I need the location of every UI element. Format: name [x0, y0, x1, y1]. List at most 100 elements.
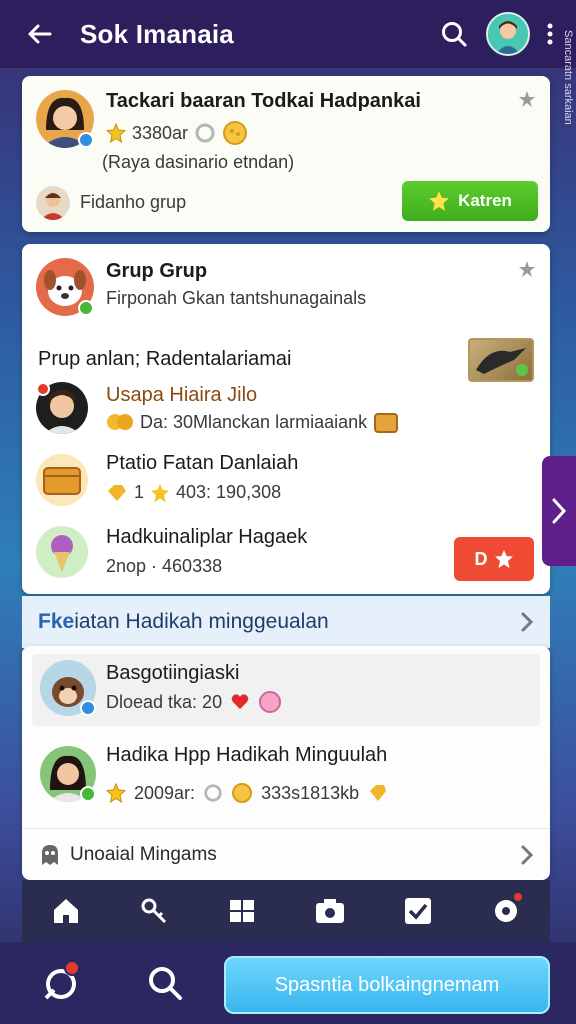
profile-name: Tackari baaran Todkai Hadpankai	[106, 90, 421, 112]
chest-icon	[374, 413, 399, 433]
member-meta: Da: 30Mlanckan larmiaaiank	[106, 410, 399, 434]
item-meta-text: 403: 190,308	[176, 482, 282, 502]
item-meta-number: 1	[134, 482, 145, 502]
star-icon	[429, 191, 449, 211]
nav-settings[interactable]	[484, 889, 528, 933]
profile-status: (Raya dasinario etndan)	[102, 152, 295, 172]
heart-icon	[231, 694, 249, 709]
section-title-prefix: Fke	[38, 610, 75, 633]
member-name: Usapa Hiaira Jilo	[106, 384, 258, 406]
chevron-right-icon	[521, 612, 534, 632]
item-avatar[interactable]	[36, 526, 88, 578]
icecream-icon	[36, 526, 88, 578]
search-button[interactable]	[144, 962, 186, 1004]
profile-stat-value: 3380ar	[132, 122, 189, 143]
side-caption: Sancaratn sarkaian	[562, 30, 574, 125]
list-item-meta-text: Dloead tka: 20	[106, 691, 223, 712]
group-link[interactable]: Fidanho grup	[80, 192, 186, 213]
home-icon	[54, 899, 78, 923]
notification-dot-icon	[64, 960, 80, 976]
item-name: Ptatio Fatan Danlaiah	[106, 452, 299, 474]
search-icon	[149, 967, 182, 1000]
avatar-person-icon	[488, 14, 528, 54]
item-meta: 1 403: 190,308	[106, 482, 281, 503]
group-avatar[interactable]	[36, 186, 70, 220]
weekly-section-header[interactable]: Fkeiatan Hadikah minggeualan	[22, 596, 550, 648]
ghost-icon	[42, 844, 58, 865]
group-card: Grup Grup Firponah Gkan tantshunagainals…	[22, 244, 550, 594]
weekly-list-card: Basgotiingiaski Dloead tka: 20 Hadika Hp…	[22, 646, 550, 880]
coin-icon	[223, 121, 248, 145]
check-icon	[405, 898, 431, 924]
profile-stats: 3380ar	[106, 120, 248, 146]
star-icon	[494, 550, 513, 568]
member-meta-text: Da: 30Mlanckan larmiaaiank	[140, 411, 368, 432]
item-meta: 2nop · 460338	[106, 556, 223, 576]
more-options-button[interactable]	[538, 14, 562, 54]
pin-icon[interactable]	[518, 260, 536, 278]
nav-home[interactable]	[44, 889, 88, 933]
section-title-text: iatan Hadikah minggeualan	[74, 610, 329, 633]
list-item-stat2: 333s1813kb	[261, 782, 360, 803]
online-badge-icon	[78, 300, 94, 316]
gem-icon	[370, 785, 387, 801]
list-item-meta: Dloead tka: 20	[106, 690, 282, 714]
bird-image-icon	[476, 348, 528, 376]
app-header: Sok Imanaia	[0, 0, 576, 68]
bottom-navigation	[22, 880, 550, 942]
nav-grid[interactable]	[220, 889, 264, 933]
user-avatar[interactable]	[486, 12, 530, 56]
see-more-label: Unoaial Mingams	[70, 843, 217, 865]
profile-card[interactable]: Tackari baaran Todkai Hadpankai 3380ar (…	[22, 76, 550, 232]
comment-icon	[195, 123, 215, 143]
search-icon	[442, 22, 467, 47]
star-icon	[151, 483, 170, 502]
treasure-icon	[36, 454, 88, 506]
list-item-name: Basgotiingiaski	[106, 662, 240, 684]
back-button[interactable]	[24, 18, 56, 50]
gem-icon	[108, 484, 126, 501]
group-section-heading: Prup anlan; Radentalariamai	[38, 348, 292, 370]
nav-key[interactable]	[132, 889, 176, 933]
star-icon	[106, 123, 126, 143]
see-more-row[interactable]: Unoaial Mingams	[22, 828, 550, 880]
group-title: Grup Grup	[106, 260, 208, 282]
key-icon	[141, 898, 167, 924]
comment-icon	[204, 784, 222, 802]
chevron-right-icon	[552, 498, 567, 524]
verified-badge-icon	[78, 132, 94, 148]
arrow-left-icon	[28, 24, 52, 44]
nav-camera[interactable]	[308, 889, 352, 933]
item-name: Hadkuinaliplar Hagaek	[106, 526, 308, 548]
page-title: Sok Imanaia	[80, 18, 234, 49]
media-thumbnail[interactable]	[468, 338, 534, 382]
primary-action-button[interactable]: Spasntia bolkaingnemam	[224, 956, 550, 1014]
coin-icon	[232, 783, 253, 803]
online-badge-icon	[80, 786, 96, 802]
notification-dot-icon	[512, 891, 524, 903]
notification-dot-icon	[36, 382, 50, 396]
katren-button[interactable]: Katren	[402, 181, 538, 221]
list-item-meta: 2009ar: 333s1813kb	[106, 782, 389, 804]
grid-icon	[230, 900, 254, 922]
favorite-button-label: D	[474, 548, 488, 569]
verified-badge-icon	[80, 700, 96, 716]
favorite-button[interactable]: D	[454, 537, 534, 581]
kebab-menu-icon	[547, 23, 553, 45]
avatar-man-icon	[36, 186, 70, 220]
explore-button[interactable]	[40, 960, 82, 1004]
star-icon	[106, 783, 126, 803]
smile-icon	[259, 691, 282, 713]
search-button[interactable]	[434, 14, 474, 54]
list-item-name: Hadika Hpp Hadikah Minguulah	[106, 744, 388, 766]
side-expand-tab[interactable]	[542, 456, 576, 566]
section-title: Fkeiatan Hadikah minggeualan	[38, 610, 520, 634]
pin-icon[interactable]	[518, 90, 536, 108]
chevron-right-icon	[521, 845, 534, 864]
item-avatar[interactable]	[36, 454, 88, 506]
coins-icon	[107, 414, 133, 430]
nav-tasks[interactable]	[396, 889, 440, 933]
action-bar: Spasntia bolkaingnemam	[0, 942, 576, 1024]
group-subtitle: Firponah Gkan tantshunagainals	[106, 288, 367, 308]
katren-button-label: Katren	[458, 191, 512, 210]
